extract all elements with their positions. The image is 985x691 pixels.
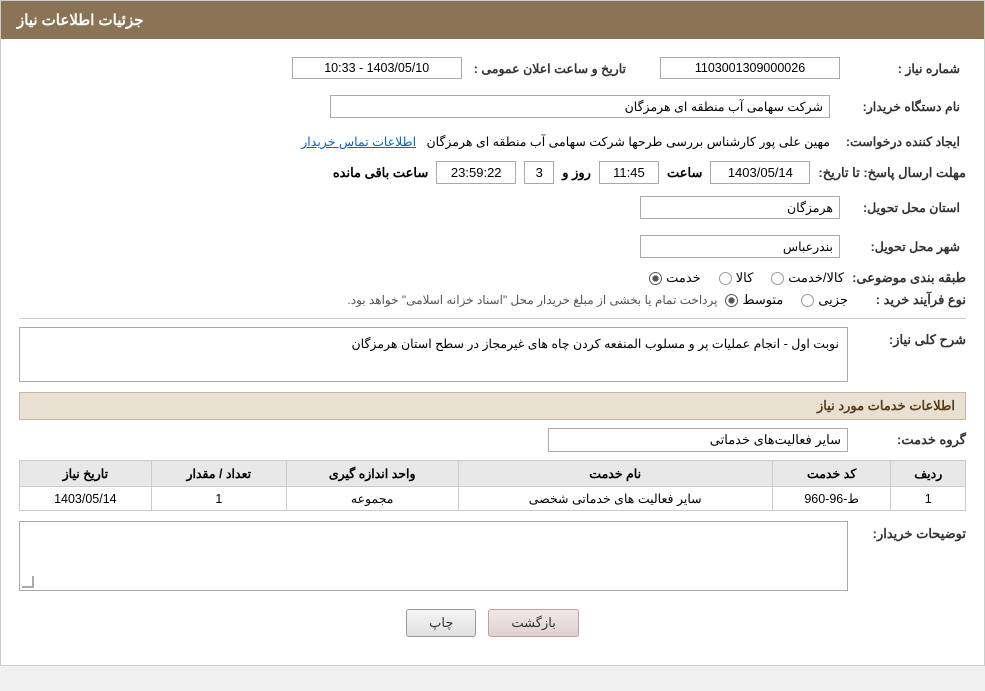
category-option-service-label: خدمت bbox=[666, 270, 701, 286]
process-radio-minor[interactable] bbox=[801, 294, 814, 307]
category-label: طبقه بندی موضوعی: bbox=[852, 270, 966, 286]
creator-label: ایجاد کننده درخواست: bbox=[836, 130, 966, 153]
services-section-title: اطلاعات خدمات مورد نیاز bbox=[19, 392, 966, 420]
remaining-time: 23:59:22 bbox=[436, 161, 516, 184]
grid-col-row: ردیف bbox=[891, 461, 966, 487]
category-radio-service[interactable] bbox=[649, 272, 662, 285]
grid-cell-name: سایر فعالیت های خدماتی شخصی bbox=[458, 487, 772, 511]
services-grid: ردیف کد خدمت نام خدمت واحد اندازه گیری ت… bbox=[19, 460, 966, 511]
page-header: جزئیات اطلاعات نیاز bbox=[1, 1, 984, 39]
announce-date-label: تاریخ و ساعت اعلان عمومی : bbox=[468, 53, 646, 83]
service-group-label: گروه خدمت: bbox=[856, 432, 966, 448]
deadline-time-label: ساعت bbox=[667, 165, 702, 181]
remaining-suffix: ساعت باقی مانده bbox=[333, 165, 428, 181]
process-radio-group: متوسط جزیی bbox=[725, 292, 848, 308]
buyer-desc-label: توضیحات خریدار: bbox=[856, 521, 966, 542]
remaining-days-label: روز و bbox=[562, 165, 591, 181]
process-note: پرداخت تمام یا بخشی از مبلغ خریدار محل "… bbox=[347, 293, 717, 307]
city-value: بندرعباس bbox=[640, 235, 840, 258]
process-option-minor[interactable]: جزیی bbox=[801, 292, 848, 308]
process-label: نوع فرآیند خرید : bbox=[856, 292, 966, 308]
creator-contact-link[interactable]: اطلاعات تماس خریدار bbox=[301, 135, 416, 149]
deadline-label: مهلت ارسال پاسخ: تا تاریخ: bbox=[818, 165, 966, 181]
grid-cell-qty: 1 bbox=[151, 487, 286, 511]
category-option-goods[interactable]: کالا bbox=[719, 270, 754, 286]
back-button[interactable]: بازگشت bbox=[488, 609, 578, 637]
buyer-desc-resize-handle bbox=[22, 576, 34, 588]
category-option-service[interactable]: خدمت bbox=[649, 270, 701, 286]
province-label: استان محل تحویل: bbox=[846, 192, 966, 223]
grid-col-name: نام خدمت bbox=[458, 461, 772, 487]
grid-cell-code: ط-96-960 bbox=[772, 487, 891, 511]
button-row: بازگشت چاپ bbox=[19, 609, 966, 637]
buyer-org-label: نام دستگاه خریدار: bbox=[836, 91, 966, 122]
service-group-value: سایر فعالیت‌های خدماتی bbox=[548, 428, 848, 452]
grid-cell-date: 1403/05/14 bbox=[20, 487, 152, 511]
grid-cell-unit: مجموعه bbox=[286, 487, 458, 511]
buyer-desc-box bbox=[19, 521, 848, 591]
category-radio-group: خدمت کالا کالا/خدمت bbox=[649, 270, 844, 286]
grid-col-code: کد خدمت bbox=[772, 461, 891, 487]
process-option-minor-label: جزیی bbox=[818, 292, 848, 308]
category-radio-goods[interactable] bbox=[719, 272, 732, 285]
grid-col-qty: تعداد / مقدار bbox=[151, 461, 286, 487]
process-option-medium-label: متوسط bbox=[742, 292, 783, 308]
category-radio-both[interactable] bbox=[771, 272, 784, 285]
process-radio-medium[interactable] bbox=[725, 294, 738, 307]
buyer-org-value: شرکت سهامی آب منطقه ای هرمزگان bbox=[330, 95, 830, 118]
city-label: شهر محل تحویل: bbox=[846, 231, 966, 262]
category-option-both-label: کالا/خدمت bbox=[788, 270, 844, 286]
category-option-goods-label: کالا bbox=[736, 270, 754, 286]
table-row: 1ط-96-960سایر فعالیت های خدماتی شخصیمجمو… bbox=[20, 487, 966, 511]
announce-date-value: 1403/05/10 - 10:33 bbox=[292, 57, 462, 79]
page-title: جزئیات اطلاعات نیاز bbox=[17, 12, 144, 29]
grid-col-date: تاریخ نیاز bbox=[20, 461, 152, 487]
category-option-both[interactable]: کالا/خدمت bbox=[771, 270, 844, 286]
process-option-medium[interactable]: متوسط bbox=[725, 292, 783, 308]
province-value: هرمزگان bbox=[640, 196, 840, 219]
description-value: نوبت اول - انجام عملیات پر و مسلوب المنف… bbox=[19, 327, 848, 382]
creator-value: مهین علی پور کارشناس بررسی طرحها شرکت سه… bbox=[426, 135, 830, 149]
deadline-time: 11:45 bbox=[599, 161, 659, 184]
need-number-label: شماره نیاز : bbox=[846, 53, 966, 83]
description-label: شرح کلی نیاز: bbox=[856, 327, 966, 348]
grid-col-unit: واحد اندازه گیری bbox=[286, 461, 458, 487]
grid-cell-row: 1 bbox=[891, 487, 966, 511]
deadline-date: 1403/05/14 bbox=[710, 161, 810, 184]
remaining-days: 3 bbox=[524, 161, 554, 184]
print-button[interactable]: چاپ bbox=[406, 609, 476, 637]
need-number-value: 1103001309000026 bbox=[660, 57, 840, 79]
